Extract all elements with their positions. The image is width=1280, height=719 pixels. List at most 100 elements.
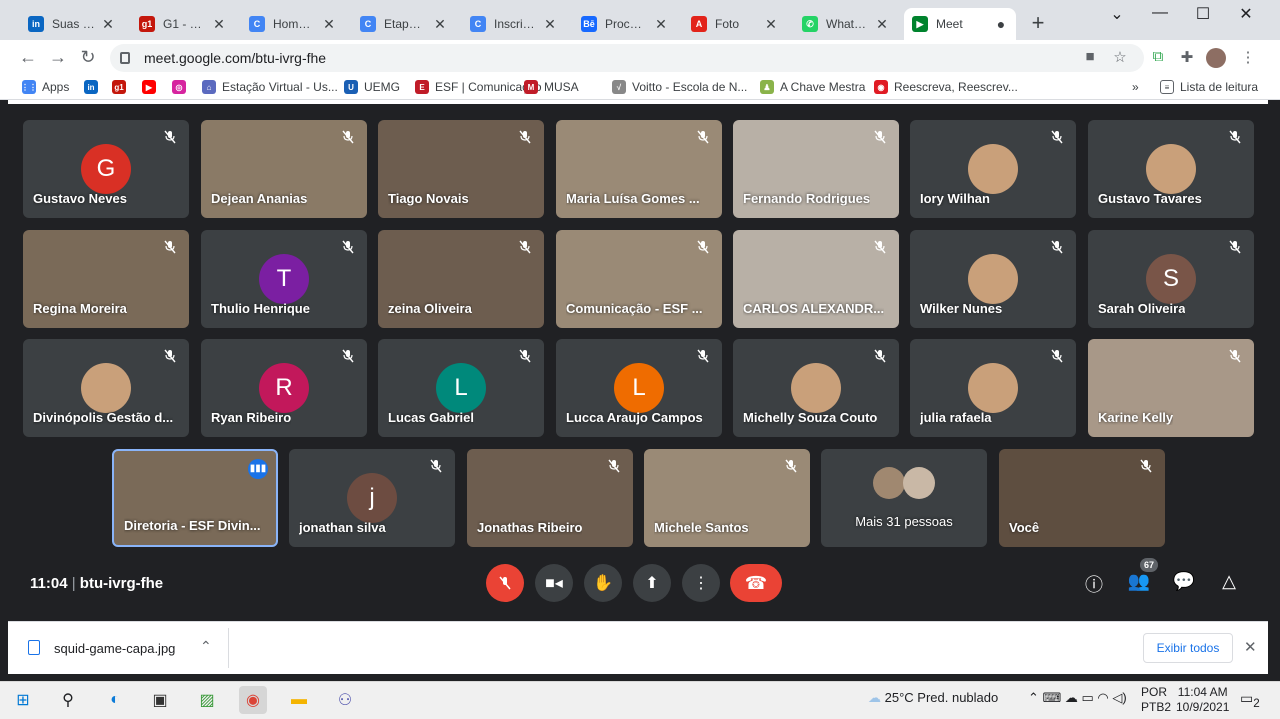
participant-tile[interactable]: S Sarah Oliveira xyxy=(1088,230,1254,328)
profile-avatar[interactable] xyxy=(1206,48,1226,68)
close-window-button[interactable]: ✕ xyxy=(1226,4,1266,24)
close-tab-icon[interactable]: ✕ xyxy=(322,16,336,33)
close-tab-icon[interactable]: ● xyxy=(994,16,1008,32)
bookmarks-overflow-icon[interactable]: » xyxy=(1132,79,1139,95)
participant-tile[interactable]: L Lucas Gabriel xyxy=(378,339,544,437)
tab-6[interactable]: Bē Processo ✕ xyxy=(573,8,676,40)
teams-icon[interactable]: ⚇ xyxy=(331,686,359,714)
minimize-button[interactable]: — xyxy=(1140,4,1180,22)
close-tab-icon[interactable]: ✕ xyxy=(654,16,668,33)
participant-tile[interactable]: G Gustavo Neves xyxy=(23,120,189,218)
participant-tile[interactable]: Mais 31 pessoas xyxy=(821,449,987,547)
reload-icon[interactable]: ↻ xyxy=(78,47,98,68)
bookmark-8[interactable]: E ESF | Comunicação xyxy=(415,79,542,95)
close-tab-icon[interactable]: ✕ xyxy=(433,16,447,33)
notifications-icon[interactable]: ▭2 xyxy=(1240,690,1260,710)
forward-icon[interactable]: → xyxy=(48,47,68,68)
extension-icon[interactable]: ⧉ xyxy=(1148,48,1168,68)
participant-tile[interactable]: Wilker Nunes xyxy=(910,230,1076,328)
mic-off-button[interactable] xyxy=(486,564,524,602)
photos-icon[interactable]: ▨ xyxy=(193,686,221,714)
bookmark-star-icon[interactable]: ☆ xyxy=(1110,48,1130,68)
bookmark-7[interactable]: U UEMG xyxy=(344,79,400,95)
tab-8[interactable]: ✆ WhatsApp ✕ xyxy=(794,8,897,40)
participant-tile[interactable]: zeina Oliveira xyxy=(378,230,544,328)
store-icon[interactable]: ▣ xyxy=(146,686,174,714)
participant-tile[interactable]: Comunicação - ESF ... xyxy=(556,230,722,328)
activities-icon[interactable]: △ xyxy=(1217,571,1241,595)
bookmark-9[interactable]: M MUSA xyxy=(524,79,579,95)
people-icon[interactable]: 👥 xyxy=(1127,571,1151,595)
camera-icon[interactable]: ■ xyxy=(1080,48,1100,68)
more-options-button[interactable]: ⋮ xyxy=(682,564,720,602)
reading-list-button[interactable]: ≡ Lista de leitura xyxy=(1160,79,1258,95)
participant-tile[interactable]: Diretoria - ESF Divin... ▮▮▮ xyxy=(112,449,278,547)
participant-tile[interactable]: L Lucca Araujo Campos xyxy=(556,339,722,437)
show-all-downloads-button[interactable]: Exibir todos xyxy=(1143,633,1233,663)
close-tab-icon[interactable]: ✕ xyxy=(212,16,226,33)
participant-tile[interactable]: R Ryan Ribeiro xyxy=(201,339,367,437)
bookmark-6[interactable]: ⌂ Estação Virtual - Us... xyxy=(202,79,338,95)
weather-widget[interactable]: ☁ 25°C Pred. nublado xyxy=(868,690,998,706)
participant-tile[interactable]: Tiago Novais xyxy=(378,120,544,218)
close-tab-icon[interactable]: ✕ xyxy=(543,16,557,33)
bookmark-1[interactable]: ⋮⋮ Apps xyxy=(21,79,69,95)
bookmark-10[interactable]: √ Voitto - Escola de N... xyxy=(612,79,747,95)
tab-search-icon[interactable]: ⌄ xyxy=(1097,4,1137,24)
menu-icon[interactable]: ⋮ xyxy=(1238,48,1258,68)
new-tab-button[interactable]: + xyxy=(1026,12,1050,34)
participant-tile[interactable]: T Thulio Henrique xyxy=(201,230,367,328)
file-explorer-icon[interactable]: ▬ xyxy=(285,686,313,714)
leave-call-button[interactable]: ☎ xyxy=(730,564,782,602)
tray-icons[interactable]: ⌃ ⌨ ☁ ▭ ◠ ◁) xyxy=(1028,690,1127,706)
tab-1[interactable]: in Suas notif ✕ xyxy=(20,8,123,40)
bookmark-3[interactable]: g1 xyxy=(112,79,132,95)
close-tab-icon[interactable]: ✕ xyxy=(875,16,889,33)
participant-tile[interactable]: Michelly Souza Couto xyxy=(733,339,899,437)
participant-tile[interactable]: CARLOS ALEXANDR... xyxy=(733,230,899,328)
chat-icon[interactable]: 💬 xyxy=(1172,571,1196,595)
bookmark-11[interactable]: ♟ A Chave Mestra xyxy=(760,79,865,95)
tab-7[interactable]: A Foto ✕ xyxy=(683,8,786,40)
tab-2[interactable]: g1 G1 - O por ✕ xyxy=(131,8,234,40)
participant-tile[interactable]: Dejean Ananias xyxy=(201,120,367,218)
edge-icon[interactable]: ◐ xyxy=(101,686,129,714)
address-bar[interactable]: meet.google.com/btu-ivrg-fhe xyxy=(110,44,1144,72)
bookmark-4[interactable]: ▶ xyxy=(142,79,162,95)
puzzle-icon[interactable]: ✚ xyxy=(1177,48,1197,68)
participant-tile[interactable]: Fernando Rodrigues xyxy=(733,120,899,218)
bookmark-5[interactable]: ◎ xyxy=(172,79,192,95)
camera-button[interactable]: ■◂ xyxy=(535,564,573,602)
tab-9[interactable]: ▶ Meet ● xyxy=(904,8,1016,40)
close-downloads-icon[interactable]: ✕ xyxy=(1244,638,1257,656)
participant-tile[interactable]: Gustavo Tavares xyxy=(1088,120,1254,218)
tab-5[interactable]: C Inscrições ✕ xyxy=(462,8,565,40)
participant-tile[interactable]: j jonathan silva xyxy=(289,449,455,547)
language-indicator[interactable]: POR PTB2 xyxy=(1141,685,1171,715)
raise-hand-button[interactable]: ✋ xyxy=(584,564,622,602)
back-icon[interactable]: ← xyxy=(18,47,38,68)
present-button[interactable]: ⬆ xyxy=(633,564,671,602)
participant-tile[interactable]: Divinópolis Gestão d... xyxy=(23,339,189,437)
windows-start-icon[interactable]: ⊞ xyxy=(9,686,37,714)
participant-tile[interactable]: julia rafaela xyxy=(910,339,1076,437)
close-tab-icon[interactable]: ✕ xyxy=(764,16,778,33)
bookmark-2[interactable]: in xyxy=(84,79,104,95)
close-tab-icon[interactable]: ✕ xyxy=(101,16,115,33)
chrome-taskbar-icon[interactable]: ◉ xyxy=(239,686,267,714)
participant-tile[interactable]: Regina Moreira xyxy=(23,230,189,328)
search-icon[interactable]: ⚲ xyxy=(54,686,82,714)
participant-tile[interactable]: Jonathas Ribeiro xyxy=(467,449,633,547)
tab-3[interactable]: C Home - Cc ✕ xyxy=(241,8,344,40)
participant-tile[interactable]: Iory Wilhan xyxy=(910,120,1076,218)
participant-tile[interactable]: Maria Luísa Gomes ... xyxy=(556,120,722,218)
bookmark-12[interactable]: ◉ Reescreva, Reescrev... xyxy=(874,79,1018,95)
maximize-button[interactable]: ☐ xyxy=(1183,4,1223,24)
clock-widget[interactable]: 11:04 AM 10/9/2021 xyxy=(1176,685,1229,715)
participant-tile[interactable]: Michele Santos xyxy=(644,449,810,547)
participant-tile[interactable]: Karine Kelly xyxy=(1088,339,1254,437)
tab-4[interactable]: C Etapas - 7 ✕ xyxy=(352,8,455,40)
meeting-details-icon[interactable]: ⓘ xyxy=(1082,571,1106,595)
participant-tile[interactable]: Você xyxy=(999,449,1165,547)
download-filename[interactable]: squid-game-capa.jpg xyxy=(54,641,175,656)
